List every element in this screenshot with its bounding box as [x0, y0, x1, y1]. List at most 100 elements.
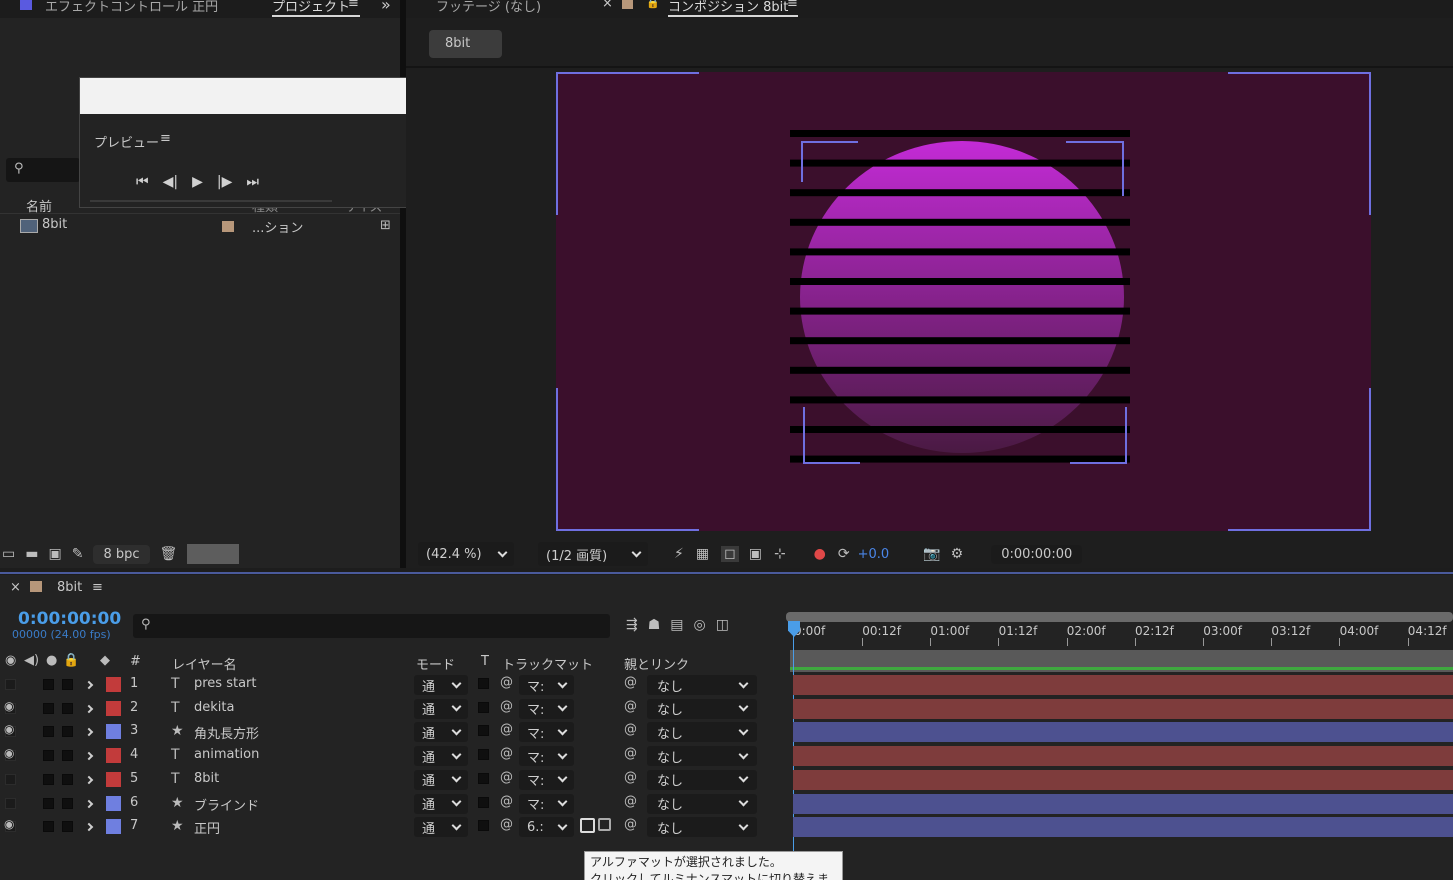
layer-name[interactable]: ブラインド	[194, 795, 259, 814]
pickwhip-icon[interactable]: @	[500, 770, 513, 785]
project-item[interactable]: 8bit ...ション ⊞	[0, 216, 400, 236]
solo-toggle[interactable]	[43, 702, 54, 714]
layer-row[interactable]: 6 ★ ブラインド 通 @ マ: @ なし	[0, 792, 785, 816]
transparency-grid-icon[interactable]: ▦	[696, 546, 709, 562]
preview-menu-icon[interactable]: ≡	[160, 131, 171, 146]
column-track-matte[interactable]: トラックマット	[502, 654, 593, 673]
column-parent[interactable]: 親とリンク	[624, 654, 689, 673]
expand-panels-icon[interactable]: »	[381, 0, 391, 14]
region-of-interest-icon[interactable]: ▣	[749, 546, 762, 562]
new-folder-icon[interactable]: ▬	[25, 546, 38, 562]
lock-toggle[interactable]	[62, 821, 73, 833]
parent-pickwhip-icon[interactable]: @	[624, 817, 637, 832]
show-snapshot-icon[interactable]: ⚙	[951, 546, 964, 562]
layer-row[interactable]: ◉ 7 ★ 正円 通 @6.: @ なし	[0, 815, 785, 839]
preserve-transparency-toggle[interactable]	[478, 772, 489, 784]
tab-composition[interactable]: コンポジション 8bit	[668, 0, 798, 17]
parent-dropdown[interactable]: なし	[647, 793, 757, 814]
layer-row[interactable]: 1 Tpres start 通 @ マ: @ なし	[0, 673, 785, 697]
layer-row[interactable]: ◉ 4 Tanimation 通 @ マ: @ なし	[0, 744, 785, 768]
layer-name[interactable]: dekita	[194, 700, 234, 715]
previous-frame-icon[interactable]: ◀|	[163, 174, 178, 190]
layer-duration-bar[interactable]	[793, 698, 1453, 719]
column-name[interactable]: 名前	[26, 196, 52, 215]
parent-dropdown[interactable]: なし	[647, 722, 757, 743]
audio-icon[interactable]: ◀)	[24, 653, 39, 668]
layer-name[interactable]: animation	[194, 747, 259, 762]
parent-dropdown[interactable]: なし	[647, 769, 757, 790]
layer-duration-bar[interactable]	[793, 769, 1453, 790]
lock-toggle[interactable]	[62, 726, 73, 738]
pickwhip-icon[interactable]: @	[500, 722, 513, 737]
last-frame-icon[interactable]: ⏭	[246, 174, 259, 190]
solo-icon[interactable]: ●	[46, 653, 57, 668]
solo-toggle[interactable]	[43, 679, 54, 690]
parent-pickwhip-icon[interactable]: @	[624, 699, 637, 714]
parent-dropdown[interactable]: なし	[647, 675, 757, 695]
solo-toggle[interactable]	[43, 726, 54, 738]
viewer-menu-icon[interactable]: ≡	[787, 0, 798, 11]
pickwhip-icon[interactable]: @	[500, 675, 513, 690]
column-number[interactable]: #	[130, 654, 141, 669]
layer-row[interactable]: ◉ 3 ★ 角丸長方形 通 @ マ: @ なし	[0, 720, 785, 744]
current-time-display[interactable]: 0:00:00:00	[991, 544, 1083, 564]
track-matte-dropdown[interactable]: マ:	[519, 675, 574, 695]
preserve-transparency-toggle[interactable]	[478, 678, 489, 689]
zoom-dropdown[interactable]: (42.4 %)	[418, 542, 514, 566]
track-matte-dropdown[interactable]: マ:	[519, 698, 574, 719]
visibility-toggle[interactable]	[5, 773, 16, 785]
next-frame-icon[interactable]: |▶	[217, 174, 232, 190]
expand-chevron-icon[interactable]	[84, 728, 94, 737]
parent-pickwhip-icon[interactable]: @	[624, 770, 637, 785]
layer-duration-bar[interactable]	[793, 793, 1453, 814]
expand-chevron-icon[interactable]	[84, 680, 94, 690]
blend-mode-dropdown[interactable]: 通	[414, 793, 468, 814]
new-composition-icon[interactable]: ▣	[48, 546, 61, 562]
track-matte-dropdown[interactable]: 6.:	[519, 817, 574, 838]
label-color[interactable]	[106, 748, 121, 764]
label-color[interactable]	[106, 819, 121, 835]
blend-mode-dropdown[interactable]: 通	[414, 675, 468, 695]
layer-duration-bar[interactable]	[793, 817, 1453, 838]
layer-name[interactable]: 8bit	[194, 771, 219, 786]
close-timeline-icon[interactable]: ×	[10, 580, 21, 595]
eye-icon[interactable]: ◉	[4, 722, 14, 736]
tab-timeline-comp[interactable]: 8bit	[57, 580, 82, 595]
work-area-bar[interactable]	[786, 612, 1453, 622]
layer-duration-bar[interactable]	[793, 722, 1453, 743]
parent-dropdown[interactable]: なし	[647, 746, 757, 767]
solo-toggle[interactable]	[43, 773, 54, 785]
solo-toggle[interactable]	[43, 797, 54, 809]
lock-toggle[interactable]	[62, 750, 73, 762]
lock-toggle[interactable]	[62, 679, 73, 690]
first-frame-icon[interactable]: ⏮	[136, 174, 149, 190]
trash-icon[interactable]: 🗑	[160, 546, 178, 562]
solo-toggle[interactable]	[43, 750, 54, 762]
expand-chevron-icon[interactable]	[84, 704, 94, 713]
visibility-toggle[interactable]	[5, 797, 16, 809]
label-color[interactable]	[106, 724, 121, 740]
layer-name[interactable]: 角丸長方形	[194, 723, 259, 742]
parent-dropdown[interactable]: なし	[647, 698, 757, 719]
preserve-transparency-toggle[interactable]	[478, 820, 489, 832]
label-color[interactable]	[106, 771, 121, 787]
motion-blur-icon[interactable]: ◎	[694, 617, 706, 633]
tab-effect-controls[interactable]: エフェクトコントロール 正円	[45, 0, 218, 15]
expand-chevron-icon[interactable]	[84, 751, 94, 761]
track-matte-dropdown[interactable]: マ:	[519, 722, 574, 743]
reset-exposure-icon[interactable]: ⟳	[838, 546, 850, 562]
label-tag-icon[interactable]: ◆	[100, 653, 110, 668]
preserve-transparency-toggle[interactable]	[478, 701, 489, 713]
parent-pickwhip-icon[interactable]: @	[624, 794, 637, 809]
play-icon[interactable]: ▶	[192, 174, 203, 190]
layer-duration-bar[interactable]	[793, 675, 1453, 695]
column-mode[interactable]: モード	[416, 654, 455, 673]
composition-canvas[interactable]	[556, 72, 1371, 531]
composition-mini-flowchart-icon[interactable]: ⇶	[626, 617, 638, 633]
label-color-swatch[interactable]	[222, 221, 234, 232]
lock-toggle[interactable]	[62, 702, 73, 714]
track-matte-dropdown[interactable]: マ:	[519, 746, 574, 767]
interpret-footage-icon[interactable]: ▭	[2, 546, 15, 562]
blend-mode-dropdown[interactable]: 通	[414, 722, 468, 743]
column-layer-name[interactable]: レイヤー名	[172, 654, 237, 673]
